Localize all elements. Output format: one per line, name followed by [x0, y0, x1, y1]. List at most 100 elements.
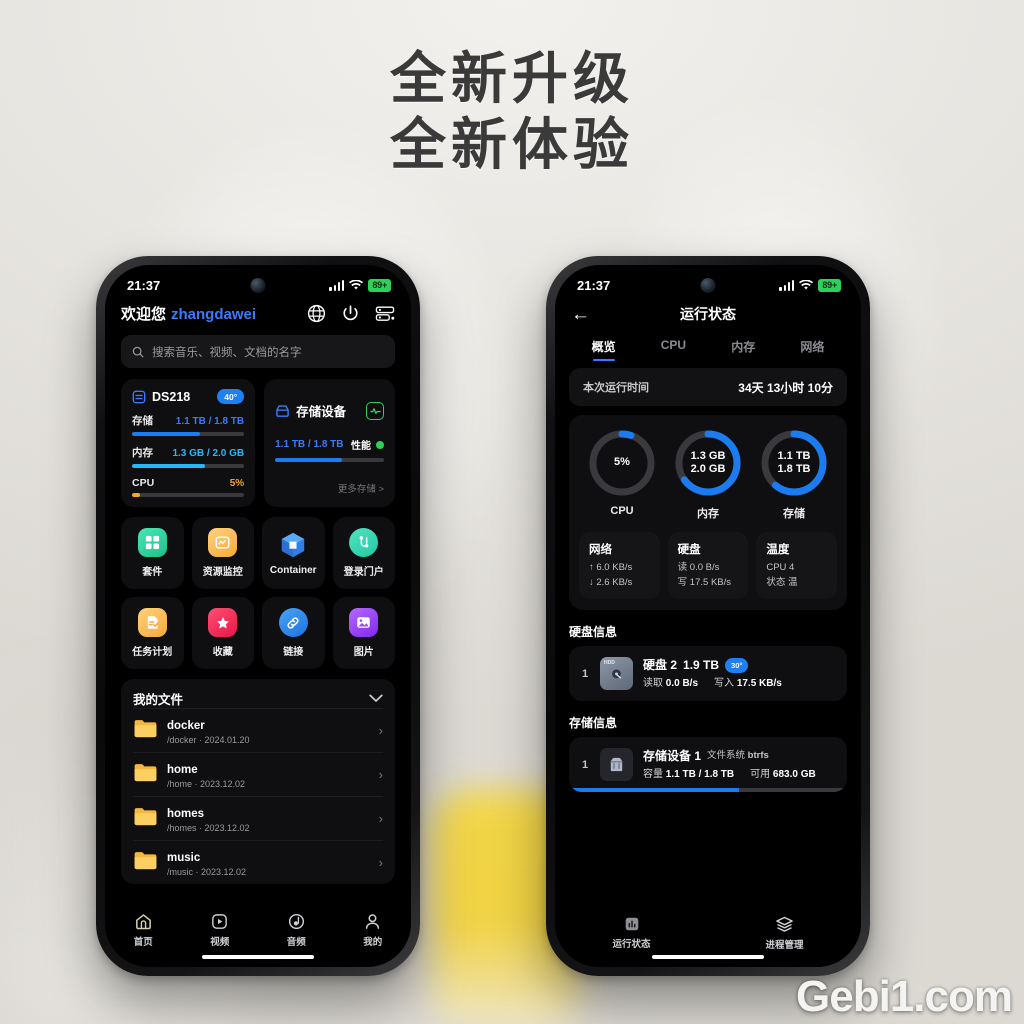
nas-name-group: DS218: [132, 390, 190, 404]
tab-home[interactable]: 首页: [105, 912, 182, 948]
tab-video[interactable]: 视频: [182, 912, 259, 948]
tab-profile[interactable]: 我的: [335, 912, 412, 948]
storage-cap-value: 1.1 TB / 1.8 TB: [665, 769, 735, 781]
disk-read-label: 读取: [643, 678, 663, 690]
mini-network-down: ↓ 2.6 KB/s: [589, 576, 633, 588]
search-input[interactable]: 搜索音乐、视频、文档的名字: [121, 335, 395, 368]
chevron-down-icon[interactable]: [369, 694, 383, 703]
app-tile-monitor[interactable]: 资源监控: [191, 517, 254, 589]
video-icon: [212, 914, 228, 929]
app-tile-photo[interactable]: 图片: [332, 597, 395, 669]
star-icon: [208, 608, 238, 637]
back-arrow-icon[interactable]: ←: [571, 305, 590, 324]
power-icon[interactable]: [341, 304, 360, 323]
storage-title-row: 存储设备 1 文件系统 btrfs: [643, 747, 816, 765]
metric-storage-label: 存储: [132, 415, 153, 427]
list-item[interactable]: home /home · 2023.12.02 ›: [133, 752, 383, 796]
tab-process-manager[interactable]: 进程管理: [708, 915, 861, 951]
battery-badge: 89+: [368, 278, 391, 292]
gauge-memory-ring: 1.3 GB 2.0 GB: [673, 428, 743, 498]
storage-index: 1: [581, 758, 589, 771]
network-icon[interactable]: [307, 304, 326, 323]
tab-label-profile: 我的: [363, 937, 383, 948]
tab-label-process-manager: 进程管理: [765, 940, 804, 951]
uptime-card: 本次运行时间 34天 13小时 10分: [569, 368, 847, 406]
app-tile-link[interactable]: 链接: [262, 597, 325, 669]
app-label-link: 链接: [283, 647, 304, 658]
front-camera-icon: [700, 278, 716, 293]
app-tile-suite[interactable]: 套件: [121, 517, 184, 589]
mini-disk-write: 写 17.5 KB/s: [677, 576, 732, 588]
list-item[interactable]: docker /docker · 2024.01.20 ›: [133, 708, 383, 752]
page-headline: 全新升级 全新体验: [0, 46, 1024, 178]
search-placeholder: 搜索音乐、视频、文档的名字: [152, 346, 302, 359]
app-label-suite: 套件: [142, 567, 163, 578]
gauge-storage-ring: 1.1 TB 1.8 TB: [759, 428, 829, 498]
disk-write: 写入 17.5 KB/s: [714, 676, 782, 691]
status-time: 21:37: [127, 277, 161, 293]
storage-device-card[interactable]: 存储设备 1.1 TB / 1.8 TB 性能 更多存储 >: [264, 379, 395, 507]
app-tile-favorite[interactable]: 收藏: [191, 597, 254, 669]
storage-info-card[interactable]: 1 存储设备 1 文件系统 btrfs 容量 1.1 TB / 1.8 TB 可…: [569, 737, 847, 793]
status-indicators: 89+: [329, 278, 391, 292]
app-label-task: 任务计划: [132, 647, 173, 658]
storage-info-title: 存储信息: [569, 716, 618, 731]
my-files-header[interactable]: 我的文件: [133, 689, 383, 708]
tab-audio[interactable]: 音频: [258, 912, 335, 948]
left-phone-mockup: 21:37 89+ 欢迎您 zhangdawei 搜索音乐、视频、文档的名字 D…: [96, 256, 420, 976]
more-storage-link[interactable]: 更多存储 >: [275, 481, 384, 495]
disk-title-row: 硬盘 2 1.9 TB 30°: [643, 656, 782, 674]
storage-free: 可用 683.0 GB: [750, 767, 816, 782]
gauge-cpu-ring: 5%: [587, 428, 657, 498]
disk-index: 1: [581, 667, 589, 680]
hdd-icon: HDD: [600, 657, 633, 691]
metric-memory-value: 1.3 GB / 2.0 GB: [172, 448, 245, 459]
app-tile-task[interactable]: 任务计划: [121, 597, 184, 669]
gauge-storage-label: 存储: [783, 508, 805, 520]
storage-info-lines: 存储设备 1 文件系统 btrfs 容量 1.1 TB / 1.8 TB 可用 …: [643, 747, 816, 782]
file-name: docker: [167, 720, 205, 732]
home-icon: [135, 914, 151, 930]
server-icon[interactable]: [375, 304, 395, 323]
nas-name-label: DS218: [152, 389, 191, 404]
portal-icon: [349, 528, 379, 557]
gauges-row: 5% CPU 1.3 GB 2.0 GB 内存 1.1 TB 1.8 TB 存储: [579, 428, 837, 521]
tab-cpu[interactable]: CPU: [661, 338, 686, 361]
storage-device-icon: [276, 404, 289, 417]
page-title: 运行状态: [680, 306, 736, 322]
home-indicator: [652, 955, 764, 959]
tab-runtime-status[interactable]: 运行状态: [555, 915, 708, 950]
mini-network-up: ↑ 6.0 KB/s: [589, 562, 633, 573]
tab-memory[interactable]: 内存: [731, 338, 755, 361]
disk-write-label: 写入: [714, 678, 735, 690]
disk-info-lines: 硬盘 2 1.9 TB 30° 读取 0.0 B/s 写入 17.5 KB/s: [643, 656, 782, 691]
metric-memory-label: 内存: [132, 447, 153, 459]
list-item[interactable]: music /music · 2023.12.02 ›: [133, 840, 383, 884]
nas-status-card[interactable]: DS218 40° 存储 1.1 TB / 1.8 TB 内存 1.3 GB /…: [121, 379, 256, 507]
app-tile-portal[interactable]: 登录门户: [332, 517, 395, 589]
wifi-icon: [349, 279, 364, 289]
container-icon: [279, 530, 308, 559]
gauge-memory: 1.3 GB 2.0 GB 内存: [673, 428, 743, 521]
mini-temp-status: 状态 温: [766, 576, 798, 588]
header-action-icons: [307, 304, 395, 323]
list-item[interactable]: homes /homes · 2023.12.02 ›: [133, 796, 383, 840]
metric-storage-track: [132, 432, 245, 436]
disk-info-card[interactable]: 1 HDD 硬盘 2 1.9 TB 30° 读取 0.0 B/s 写入 17.5…: [569, 646, 847, 702]
folder-icon: [133, 718, 158, 744]
tab-overview[interactable]: 概览: [592, 338, 616, 361]
chevron-right-icon: ›: [378, 723, 383, 738]
tab-network[interactable]: 网络: [800, 338, 824, 361]
chart-icon: [625, 917, 638, 931]
file-path: /home · 2023.12.02: [167, 779, 246, 789]
metric-memory-fill: [132, 464, 205, 468]
battery-badge: 89+: [818, 278, 841, 292]
metric-storage: 存储 1.1 TB / 1.8 TB: [132, 413, 245, 436]
app-label-container: Container: [269, 565, 317, 576]
storage-capacity: 容量 1.1 TB / 1.8 TB: [643, 767, 734, 782]
app-label-favorite: 收藏: [212, 647, 233, 658]
disk-io-row: 读取 0.0 B/s 写入 17.5 KB/s: [643, 676, 782, 691]
metric-cpu: CPU 5%: [132, 477, 245, 497]
gauge-storage-used: 1.1 TB: [777, 449, 811, 462]
app-tile-container[interactable]: Container: [262, 517, 325, 589]
